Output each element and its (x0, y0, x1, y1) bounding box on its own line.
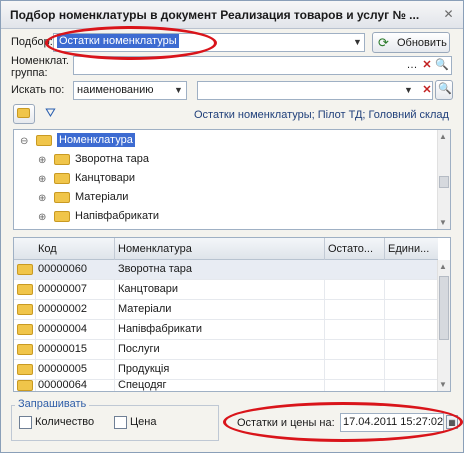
row-code: 00000004 (38, 323, 87, 335)
row-name: Спецодяг (118, 379, 167, 391)
row-code: 00000007 (38, 283, 87, 295)
row-code: 00000002 (38, 303, 87, 315)
tree-scrollbar[interactable]: ▲ ▼ (437, 130, 450, 229)
table-row[interactable]: 00000060 Зворотна тара (14, 260, 438, 280)
scroll-thumb[interactable] (439, 176, 449, 188)
table-header: Код Номенклатура Остато... Едини... (14, 238, 438, 260)
selection-dialog: Подбор номенклатуры в документ Реализаци… (0, 0, 464, 453)
hierarchy-toggle-button[interactable] (13, 104, 35, 124)
folder-icon (17, 344, 33, 355)
refresh-button-label: Обновить (397, 37, 447, 49)
window-title: Подбор номенклатуры в документ Реализаци… (10, 8, 420, 22)
folder-icon (54, 191, 70, 203)
scroll-up-icon[interactable]: ▲ (439, 132, 447, 141)
folder-icon (54, 210, 70, 222)
tree-item-label: Напівфабрикати (75, 210, 160, 222)
folder-icon (17, 324, 33, 335)
folder-icon (17, 284, 33, 295)
row-name: Матеріали (118, 303, 172, 315)
refresh-button[interactable]: ⟳ Обновить (372, 32, 450, 53)
table-row[interactable]: 00000002 Матеріали (14, 300, 438, 320)
expand-icon[interactable]: ⊕ (38, 212, 46, 223)
scroll-up-icon[interactable]: ▲ (439, 262, 447, 271)
search-button[interactable]: 🔍 (435, 80, 453, 100)
column-header-stock[interactable]: Остато... (328, 243, 380, 255)
folder-icon (17, 264, 33, 275)
folder-icon (17, 364, 33, 375)
search-icon: 🔍 (438, 83, 452, 95)
row-name: Канцтовари (118, 283, 179, 295)
row-name: Зворотна тара (118, 263, 193, 275)
tree-root-label: Номенклатура (57, 133, 135, 147)
row-name: Продукція (118, 363, 170, 375)
filter-icon: ⛛ (45, 105, 56, 120)
expand-icon[interactable]: ⊕ (38, 155, 46, 166)
column-header-unit[interactable]: Едини... (388, 243, 436, 255)
search-by-select[interactable]: наименованию (73, 81, 187, 100)
expand-icon[interactable]: ⊕ (38, 174, 46, 185)
open-icon[interactable]: 🔍 (435, 57, 449, 74)
table-scrollbar[interactable]: ▲ ▼ (437, 260, 450, 391)
table-row[interactable]: 00000015 Послуги (14, 340, 438, 360)
chevron-down-icon[interactable]: ▼ (350, 34, 365, 51)
price-label: Цена (130, 416, 157, 428)
search-input[interactable] (197, 81, 433, 100)
row-code: 00000015 (38, 343, 87, 355)
row-name: Послуги (118, 343, 160, 355)
nomenclature-table[interactable]: Код Номенклатура Остато... Едини... 0000… (13, 237, 451, 392)
annotation-oval-date (223, 402, 463, 442)
scroll-down-icon[interactable]: ▼ (439, 380, 447, 389)
table-row[interactable]: 00000004 Напівфабрикати (14, 320, 438, 340)
table-row[interactable]: 00000064 Спецодяг (14, 379, 438, 392)
info-text: Остатки номенклатуры; Пілот ТД; Головний… (194, 109, 449, 121)
clear-icon[interactable]: ✕ (420, 57, 434, 74)
table-row[interactable]: 00000007 Канцтовари (14, 280, 438, 300)
nomgroup-label-line2: группа: (11, 67, 48, 79)
folder-icon (54, 172, 70, 184)
nomgroup-label-line1: Номенклат. (11, 55, 69, 67)
clear-icon[interactable]: ✕ (420, 82, 434, 99)
column-header-code[interactable]: Код (38, 243, 57, 255)
tree-item-label: Зворотна тара (75, 153, 150, 165)
chevron-down-icon[interactable]: ▼ (401, 82, 416, 99)
tree-item-label: Канцтовари (75, 172, 136, 184)
folder-icon (17, 304, 33, 315)
quantity-checkbox[interactable] (19, 416, 32, 429)
row-code: 00000005 (38, 363, 87, 375)
folder-icon (17, 108, 30, 118)
select-ellipsis-icon[interactable]: … (405, 57, 419, 74)
collapse-icon[interactable]: ⊖ (20, 136, 28, 147)
close-icon[interactable]: ✕ (440, 7, 457, 22)
column-header-name[interactable]: Номенклатура (118, 243, 192, 255)
row-code: 00000060 (38, 263, 87, 275)
filter-button[interactable]: ⛛ (41, 104, 63, 124)
annotation-oval-podbor (45, 26, 217, 60)
quantity-label: Количество (35, 416, 95, 428)
row-code: 00000064 (38, 379, 87, 391)
title-bar: Подбор номенклатуры в документ Реализаци… (1, 1, 463, 29)
price-checkbox[interactable] (114, 416, 127, 429)
search-by-value: наименованию (77, 84, 154, 96)
scroll-down-icon[interactable]: ▼ (439, 218, 447, 227)
scroll-thumb[interactable] (439, 276, 449, 340)
row-name: Напівфабрикати (118, 323, 203, 335)
folder-icon (54, 153, 70, 165)
refresh-icon: ⟳ (378, 35, 389, 50)
tree-item-label: Матеріали (75, 191, 129, 203)
nomenclature-tree[interactable]: ⊖ Номенклатура ⊕ Зворотна тара ⊕ Канцтов… (13, 129, 451, 230)
search-label: Искать по: (11, 84, 65, 96)
ask-group-title: Запрашивать (15, 398, 90, 410)
expand-icon[interactable]: ⊕ (38, 193, 46, 204)
table-row[interactable]: 00000005 Продукція (14, 360, 438, 380)
chevron-down-icon[interactable]: ▼ (171, 82, 186, 99)
folder-icon (36, 134, 52, 146)
folder-icon (17, 380, 33, 391)
